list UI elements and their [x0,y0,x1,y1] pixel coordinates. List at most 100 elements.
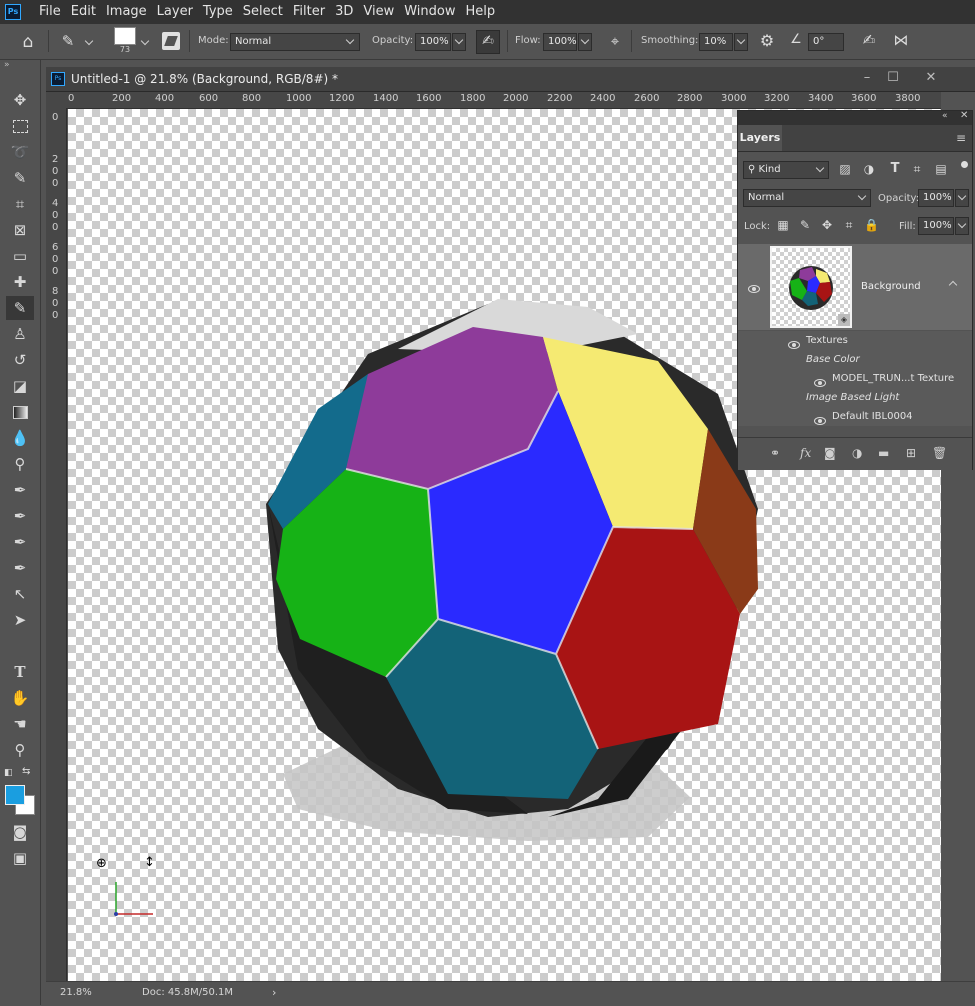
layer-background[interactable]: ◈ Background [738,244,972,330]
eraser-tool-icon[interactable]: ◪ [6,374,34,398]
airbrush-icon[interactable]: ⌖ [604,32,626,50]
brush-preset-icon[interactable]: ✎ [56,32,80,52]
layer-effects-icon[interactable]: fx [800,446,811,460]
kind-filter-select[interactable]: ⚲ Kind [743,161,829,179]
direct-selection-tool-icon[interactable]: ➤ [6,608,34,632]
menu-filter[interactable]: Filter [288,0,330,24]
brush-tool-icon[interactable]: ✎ [6,296,34,320]
new-adjustment-layer-icon[interactable]: ◑ [852,446,862,460]
smoothing-settings-gear-icon[interactable]: ⚙ [756,31,778,50]
hand-tool-icon[interactable]: ☚ [6,712,34,736]
menu-select[interactable]: Select [238,0,288,24]
filter-shape-icon[interactable]: ⌗ [910,162,924,177]
home-icon[interactable]: ⌂ [16,32,40,52]
layer-visibility-eye-icon[interactable] [748,283,760,296]
frame-tool-icon[interactable]: ⊠ [6,218,34,242]
blend-mode-select[interactable]: Normal [743,189,871,207]
gradient-tool-icon[interactable] [6,400,34,424]
brush-size-chevron-icon[interactable] [140,34,150,48]
tab-layers[interactable]: Layers [738,125,782,151]
filter-smart-object-icon[interactable]: ▤ [934,162,948,176]
mode-select[interactable]: Normal [230,33,360,51]
vertical-ruler[interactable]: 0 2 0 0 4 0 0 6 0 0 8 0 0 [46,108,67,984]
ibl-row[interactable]: Image Based Light [738,388,972,407]
lasso-tool-icon[interactable]: ➰ [6,140,34,164]
angle-field[interactable]: 0° [808,33,844,51]
3d-pan-icon[interactable]: ↕ [144,855,155,870]
delete-layer-trash-icon[interactable]: 🗑 [932,446,947,460]
brush-preset-chevron-icon[interactable] [84,34,94,48]
menu-type[interactable]: Type [198,0,238,24]
menu-view[interactable]: View [358,0,399,24]
texture-row[interactable]: MODEL_TRUN...t Texture [738,369,972,388]
textures-row[interactable]: Textures [738,331,972,350]
menu-layer[interactable]: Layer [152,0,198,24]
add-anchor-tool-icon[interactable]: ✒ [6,530,34,554]
close-button[interactable]: ✕ [916,67,946,89]
ruler-tool-icon[interactable]: ▭ [6,244,34,268]
menu-help[interactable]: Help [461,0,501,24]
move-tool-icon[interactable]: ✥ [6,88,34,112]
type-tool-icon[interactable]: T [6,660,34,684]
freeform-pen-tool-icon[interactable]: ✒ [6,504,34,528]
collapse-panel-icon[interactable]: » [4,60,16,70]
status-menu-chevron-icon[interactable]: › [272,986,276,999]
puppet-tool-icon[interactable]: ✋ [6,686,34,710]
panel-menu-icon[interactable]: ≡ [956,131,966,145]
lock-transparent-icon[interactable]: ▦ [776,218,790,232]
new-layer-icon[interactable]: ⊞ [906,446,916,460]
convert-point-tool-icon[interactable]: ✒ [6,556,34,580]
opacity-field[interactable]: 100% [415,33,451,51]
lock-all-icon[interactable]: 🔒 [864,218,879,232]
history-brush-tool-icon[interactable]: ↺ [6,348,34,372]
ibl-item-row[interactable]: Default IBL0004 [738,407,972,426]
flow-dropdown[interactable] [578,33,592,51]
document-tab[interactable]: Ps Untitled-1 @ 21.8% (Background, RGB/8… [46,67,975,92]
maximize-button[interactable]: ☐ [878,67,908,89]
lock-position-icon[interactable]: ✥ [820,218,834,232]
horizontal-ruler[interactable]: 0 200 400 600 800 1000 1200 1400 1600 18… [66,92,941,109]
blur-tool-icon[interactable]: 💧 [6,426,34,450]
fill-field[interactable]: 100% [918,217,954,235]
zoom-tool-icon[interactable]: ⚲ [6,738,34,762]
pressure-opacity-button[interactable]: ✍ [476,30,500,54]
smoothing-dropdown[interactable] [734,33,748,51]
add-mask-icon[interactable]: ◙ [824,446,836,460]
layer-opacity-field[interactable]: 100% [918,189,954,207]
pen-tool-icon[interactable]: ✒ [6,478,34,502]
smoothing-field[interactable]: 10% [699,33,733,51]
swap-colors-icon[interactable]: ⇆ [22,766,34,778]
quick-selection-tool-icon[interactable]: ✎ [6,166,34,190]
stamp-tool-icon[interactable]: ♙ [6,322,34,346]
fill-dropdown[interactable] [955,217,969,235]
flow-field[interactable]: 100% [543,33,577,51]
layer-opacity-dropdown[interactable] [955,189,969,207]
marquee-tool-icon[interactable] [6,114,34,138]
brush-size-swatch[interactable] [114,27,136,45]
crop-tool-icon[interactable]: ⌗ [6,192,34,216]
filter-type-icon[interactable]: T [888,161,902,176]
screen-mode-icon[interactable]: ▣ [6,846,34,870]
filter-toggle[interactable] [961,161,969,179]
zoom-level[interactable]: 21.8% [60,987,92,998]
menu-edit[interactable]: Edit [66,0,101,24]
symmetry-butterfly-icon[interactable]: ⋈ [890,31,912,49]
3d-orbit-icon[interactable]: ⊕ [96,856,110,871]
dodge-tool-icon[interactable]: ⚲ [6,452,34,476]
collapse-layer-chevron-icon[interactable] [948,278,958,291]
brush-settings-icon[interactable] [162,32,180,50]
menu-window[interactable]: Window [399,0,460,24]
quick-mask-icon[interactable]: ◙ [6,820,34,844]
opacity-dropdown[interactable] [452,33,466,51]
menu-file[interactable]: File [34,0,66,24]
menu-image[interactable]: Image [101,0,152,24]
filter-adjustment-icon[interactable]: ◑ [862,162,876,176]
default-colors-icon[interactable]: ◧ [4,768,14,778]
link-layers-icon[interactable]: ⚭ [770,446,780,460]
base-color-row[interactable]: Base Color [738,350,972,369]
collapse-panel-icon[interactable]: « [942,111,948,121]
menu-3d[interactable]: 3D [330,0,358,24]
new-group-folder-icon[interactable]: ▬ [878,446,889,460]
lock-image-icon[interactable]: ✎ [798,218,812,232]
pressure-size-icon[interactable]: ✍ [858,31,880,49]
